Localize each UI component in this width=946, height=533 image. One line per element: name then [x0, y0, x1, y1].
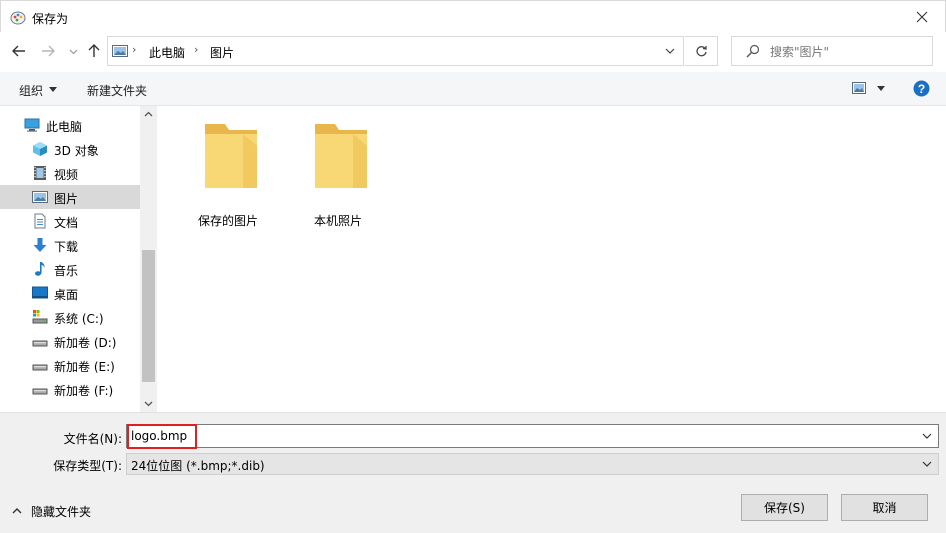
sidebar-item-videos[interactable]: 视频: [0, 161, 140, 185]
sidebar-item-label: 此电脑: [46, 120, 83, 134]
hide-folders-label: 隐藏文件夹: [31, 505, 92, 519]
sidebar-item-label: 桌面: [54, 288, 79, 302]
sidebar-item-label: 视频: [54, 168, 79, 182]
save-button[interactable]: 保存(S): [741, 494, 828, 521]
sidebar-item-drive-f[interactable]: 新加卷 (F:): [0, 377, 140, 401]
breadcrumb-separator: ›: [194, 43, 199, 56]
pictures-icon: [32, 191, 48, 203]
chevron-up-icon: [12, 508, 22, 514]
cancel-button[interactable]: 取消: [841, 494, 928, 521]
drive-icon: [32, 388, 48, 395]
downloads-icon: [33, 238, 47, 252]
refresh-button[interactable]: [685, 36, 718, 66]
sidebar-item-drive-e[interactable]: 新加卷 (E:): [0, 353, 140, 377]
window-title: 保存为: [32, 12, 69, 26]
computer-icon: [24, 118, 40, 132]
filename-input[interactable]: [131, 427, 911, 445]
navigation-pane: 此电脑 3D 对象 视频 图片 文档 下载 音乐 桌面 系统 (C:) 新加卷 …: [0, 106, 140, 412]
sidebar-scrollbar[interactable]: [140, 106, 157, 412]
breadcrumb-pictures[interactable]: 图片: [210, 44, 234, 61]
help-icon[interactable]: ?: [913, 80, 930, 97]
chevron-down-icon[interactable]: [922, 433, 932, 440]
caret-down-icon: [49, 87, 57, 92]
filetype-value: 24位位图 (*.bmp;*.dib): [131, 459, 265, 473]
refresh-icon: [695, 45, 707, 56]
sidebar-item-drive-c[interactable]: 系统 (C:): [0, 305, 140, 329]
system-drive-icon: [32, 310, 48, 324]
forward-button[interactable]: [38, 41, 58, 61]
sidebar-item-label: 新加卷 (F:): [54, 384, 114, 398]
caret-down-icon[interactable]: [877, 86, 885, 91]
sidebar-item-this-pc[interactable]: 此电脑: [0, 113, 140, 137]
drive-icon: [32, 364, 48, 371]
search-input[interactable]: [770, 42, 920, 62]
folder-item[interactable]: 保存的图片: [178, 120, 278, 228]
arrow-left-icon: [12, 45, 25, 57]
save-form: 文件名(N): 保存类型(T): 24位位图 (*.bmp;*.dib) 隐藏文…: [0, 412, 946, 533]
new-folder-button[interactable]: 新建文件夹: [87, 82, 147, 99]
chevron-down-icon: [69, 49, 77, 54]
sidebar-item-label: 音乐: [54, 264, 79, 278]
drive-icon: [32, 340, 48, 347]
sidebar-item-label: 文档: [54, 216, 79, 230]
sidebar-item-label: 下载: [54, 240, 79, 254]
pictures-icon: [112, 45, 128, 57]
documents-icon: [34, 213, 46, 229]
folder-icon: [205, 124, 257, 188]
filename-combobox[interactable]: [126, 424, 939, 449]
music-icon: [35, 262, 45, 276]
command-toolbar: 组织 新建文件夹: [0, 72, 946, 106]
arrow-up-icon: [88, 44, 100, 57]
scroll-down-icon[interactable]: [144, 399, 153, 408]
chevron-down-icon[interactable]: [665, 46, 675, 56]
folder-item[interactable]: 本机照片: [288, 120, 388, 228]
file-list: 保存的图片 本机照片: [157, 106, 946, 412]
sidebar-item-downloads[interactable]: 下载: [0, 233, 140, 257]
sidebar-item-pictures[interactable]: 图片: [0, 185, 140, 209]
title-bar: 保存为: [0, 0, 946, 32]
paint-app-icon: [10, 11, 26, 25]
breadcrumb-separator: ›: [132, 43, 137, 56]
sidebar-item-desktop[interactable]: 桌面: [0, 281, 140, 305]
close-button[interactable]: [899, 1, 945, 32]
organize-button[interactable]: 组织: [19, 82, 43, 99]
sidebar-item-documents[interactable]: 文档: [0, 209, 140, 233]
videos-icon: [34, 166, 46, 180]
folder-icon: [315, 124, 367, 188]
scrollbar-thumb[interactable]: [142, 250, 155, 382]
folder-label: 保存的图片: [197, 214, 258, 228]
sidebar-item-drive-d[interactable]: 新加卷 (D:): [0, 329, 140, 353]
sidebar-item-label: 图片: [54, 192, 79, 206]
svg-text:?: ?: [918, 82, 925, 96]
scroll-up-icon[interactable]: [144, 110, 153, 119]
address-bar[interactable]: › 此电脑 › 图片: [107, 36, 684, 66]
sidebar-item-label: 系统 (C:): [54, 312, 104, 326]
filetype-label: 保存类型(T):: [53, 459, 122, 473]
sidebar-item-label: 新加卷 (D:): [54, 336, 117, 350]
back-button[interactable]: [9, 41, 29, 61]
sidebar-item-3d-objects[interactable]: 3D 对象: [0, 137, 140, 161]
search-icon: [746, 44, 760, 58]
arrow-right-icon: [42, 45, 55, 57]
folder-label: 本机照片: [313, 214, 362, 228]
view-options-icon[interactable]: [852, 82, 866, 94]
filetype-select[interactable]: 24位位图 (*.bmp;*.dib): [126, 453, 939, 475]
sidebar-item-music[interactable]: 音乐: [0, 257, 140, 281]
sidebar-item-label: 新加卷 (E:): [54, 360, 115, 374]
up-button[interactable]: [84, 41, 104, 61]
desktop-icon: [32, 286, 48, 299]
close-icon: [916, 11, 928, 22]
filename-label: 文件名(N):: [63, 432, 122, 446]
recent-locations-button[interactable]: [63, 41, 83, 61]
breadcrumb-this-pc[interactable]: 此电脑: [149, 44, 185, 61]
search-box[interactable]: [731, 36, 933, 66]
chevron-down-icon: [922, 461, 932, 467]
sidebar-item-label: 3D 对象: [54, 144, 99, 158]
3d-objects-icon: [33, 142, 47, 156]
